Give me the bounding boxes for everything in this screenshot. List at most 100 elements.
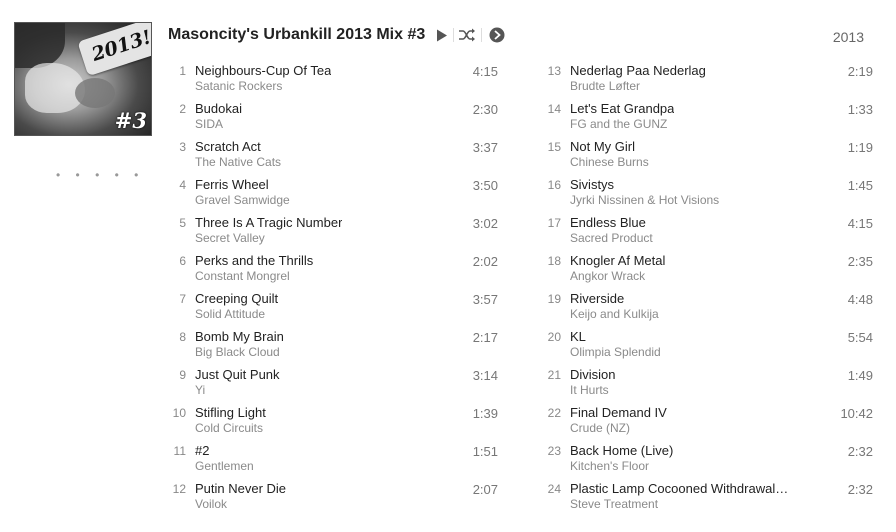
cover-artwork-shape bbox=[15, 23, 65, 68]
play-button[interactable] bbox=[435, 27, 449, 43]
track-title: Final Demand IV bbox=[570, 405, 667, 420]
track-number: 1 bbox=[179, 64, 186, 78]
track-row[interactable]: 1 Neighbours-Cup Of Tea Satanic Rockers … bbox=[168, 62, 500, 100]
track-row[interactable]: 20 KL Olimpia Splendid 5:54 bbox=[543, 328, 875, 366]
track-row[interactable]: 21 Division It Hurts 1:49 bbox=[543, 366, 875, 404]
track-artist[interactable]: FG and the GUNZ bbox=[570, 117, 667, 131]
track-artist[interactable]: Secret Valley bbox=[195, 231, 265, 245]
track-title: Neighbours-Cup Of Tea bbox=[195, 63, 332, 78]
track-row[interactable]: 15 Not My Girl Chinese Burns 1:19 bbox=[543, 138, 875, 176]
track-title: #2 bbox=[195, 443, 210, 458]
track-artist[interactable]: Yi bbox=[195, 383, 205, 397]
track-title: Just Quit Punk bbox=[195, 367, 280, 382]
track-duration: 2:02 bbox=[472, 254, 498, 269]
track-number: 10 bbox=[172, 406, 186, 420]
cover-artwork-shape bbox=[75, 78, 115, 108]
track-number: 2 bbox=[179, 102, 186, 116]
album-year: 2013 bbox=[832, 29, 864, 45]
track-row[interactable]: 3 Scratch Act The Native Cats 3:37 bbox=[168, 138, 500, 176]
track-row[interactable]: 22 Final Demand IV Crude (NZ) 10:42 bbox=[543, 404, 875, 442]
track-artist[interactable]: Voilok bbox=[195, 497, 227, 511]
track-artist[interactable]: Angkor Wrack bbox=[570, 269, 645, 283]
track-row[interactable]: 12 Putin Never Die Voilok 2:07 bbox=[168, 480, 500, 518]
track-row[interactable]: 13 Nederlag Paa Nederlag Brudte Løfter 2… bbox=[543, 62, 875, 100]
track-row[interactable]: 7 Creeping Quilt Solid Attitude 3:57 bbox=[168, 290, 500, 328]
track-duration: 2:07 bbox=[472, 482, 498, 497]
track-artist[interactable]: Olimpia Splendid bbox=[570, 345, 661, 359]
track-artist[interactable]: Gentlemen bbox=[195, 459, 254, 473]
track-artist[interactable]: Satanic Rockers bbox=[195, 79, 282, 93]
track-artist[interactable]: Gravel Samwidge bbox=[195, 193, 290, 207]
track-row[interactable]: 4 Ferris Wheel Gravel Samwidge 3:50 bbox=[168, 176, 500, 214]
track-duration: 4:15 bbox=[847, 216, 873, 231]
track-artist[interactable]: Jyrki Nissinen & Hot Visions bbox=[570, 193, 719, 207]
track-title: Putin Never Die bbox=[195, 481, 287, 496]
page-dots[interactable]: • • • • • bbox=[56, 168, 144, 182]
track-duration: 2:19 bbox=[847, 64, 873, 79]
track-row[interactable]: 19 Riverside Keijo and Kulkija 4:48 bbox=[543, 290, 875, 328]
track-row[interactable]: 23 Back Home (Live) Kitchen's Floor 2:32 bbox=[543, 442, 875, 480]
track-artist[interactable]: Steve Treatment bbox=[570, 497, 658, 511]
track-artist[interactable]: Cold Circuits bbox=[195, 421, 263, 435]
track-title: KL bbox=[570, 329, 586, 344]
track-title: Sivistys bbox=[570, 177, 615, 192]
track-artist[interactable]: Brudte Løfter bbox=[570, 79, 640, 93]
track-title: Division bbox=[570, 367, 616, 382]
track-artist[interactable]: Big Black Cloud bbox=[195, 345, 280, 359]
track-title: Scratch Act bbox=[195, 139, 261, 154]
track-row[interactable]: 11 #2 Gentlemen 1:51 bbox=[168, 442, 500, 480]
track-artist[interactable]: It Hurts bbox=[570, 383, 609, 397]
track-number: 19 bbox=[547, 292, 561, 306]
album-title: Masoncity's Urbankill 2013 Mix #3 bbox=[168, 26, 426, 43]
track-artist[interactable]: Solid Attitude bbox=[195, 307, 265, 321]
track-artist[interactable]: Keijo and Kulkija bbox=[570, 307, 659, 321]
track-duration: 10:42 bbox=[840, 406, 873, 421]
track-duration: 4:15 bbox=[472, 64, 498, 79]
track-title: Plastic Lamp Cocooned Withdrawal… bbox=[570, 481, 789, 496]
track-row[interactable]: 10 Stifling Light Cold Circuits 1:39 bbox=[168, 404, 500, 442]
more-button[interactable] bbox=[489, 27, 505, 43]
shuffle-button[interactable] bbox=[458, 27, 476, 43]
album-header: Masoncity's Urbankill 2013 Mix #3 2013 bbox=[168, 24, 876, 48]
track-title: Ferris Wheel bbox=[195, 177, 269, 192]
track-row[interactable]: 2 Budokai SIDA 2:30 bbox=[168, 100, 500, 138]
track-title: Endless Blue bbox=[570, 215, 646, 230]
track-number: 16 bbox=[547, 178, 561, 192]
track-row[interactable]: 9 Just Quit Punk Yi 3:14 bbox=[168, 366, 500, 404]
track-artist[interactable]: The Native Cats bbox=[195, 155, 281, 169]
track-number: 11 bbox=[173, 444, 186, 458]
track-artist[interactable]: Chinese Burns bbox=[570, 155, 649, 169]
track-artist[interactable]: SIDA bbox=[195, 117, 223, 131]
track-list-left: 1 Neighbours-Cup Of Tea Satanic Rockers … bbox=[168, 62, 500, 518]
track-row[interactable]: 18 Knogler Af Metal Angkor Wrack 2:35 bbox=[543, 252, 875, 290]
track-row[interactable]: 24 Plastic Lamp Cocooned Withdrawal… Ste… bbox=[543, 480, 875, 518]
track-number: 8 bbox=[179, 330, 186, 344]
track-title: Three Is A Tragic Number bbox=[195, 215, 343, 230]
track-title: Knogler Af Metal bbox=[570, 253, 666, 268]
track-artist[interactable]: Sacred Product bbox=[570, 231, 653, 245]
track-title: Budokai bbox=[195, 101, 242, 116]
track-artist[interactable]: Constant Mongrel bbox=[195, 269, 290, 283]
track-row[interactable]: 17 Endless Blue Sacred Product 4:15 bbox=[543, 214, 875, 252]
track-number: 15 bbox=[547, 140, 561, 154]
track-title: Perks and the Thrills bbox=[195, 253, 314, 268]
album-cover[interactable]: 2013! #3 bbox=[14, 22, 152, 136]
track-duration: 3:37 bbox=[472, 140, 498, 155]
track-row[interactable]: 5 Three Is A Tragic Number Secret Valley… bbox=[168, 214, 500, 252]
track-row[interactable]: 6 Perks and the Thrills Constant Mongrel… bbox=[168, 252, 500, 290]
play-icon bbox=[437, 29, 447, 41]
track-row[interactable]: 16 Sivistys Jyrki Nissinen & Hot Visions… bbox=[543, 176, 875, 214]
track-artist[interactable]: Crude (NZ) bbox=[570, 421, 630, 435]
track-list-right: 13 Nederlag Paa Nederlag Brudte Løfter 2… bbox=[543, 62, 875, 518]
track-title: Bomb My Brain bbox=[195, 329, 284, 344]
track-title: Nederlag Paa Nederlag bbox=[570, 63, 706, 78]
track-number: 9 bbox=[179, 368, 186, 382]
track-row[interactable]: 8 Bomb My Brain Big Black Cloud 2:17 bbox=[168, 328, 500, 366]
shuffle-icon bbox=[459, 28, 475, 42]
track-row[interactable]: 14 Let's Eat Grandpa FG and the GUNZ 1:3… bbox=[543, 100, 875, 138]
track-duration: 2:17 bbox=[472, 330, 498, 345]
track-title: Creeping Quilt bbox=[195, 291, 279, 306]
track-duration: 2:30 bbox=[472, 102, 498, 117]
track-duration: 2:32 bbox=[847, 482, 873, 497]
track-artist[interactable]: Kitchen's Floor bbox=[570, 459, 649, 473]
